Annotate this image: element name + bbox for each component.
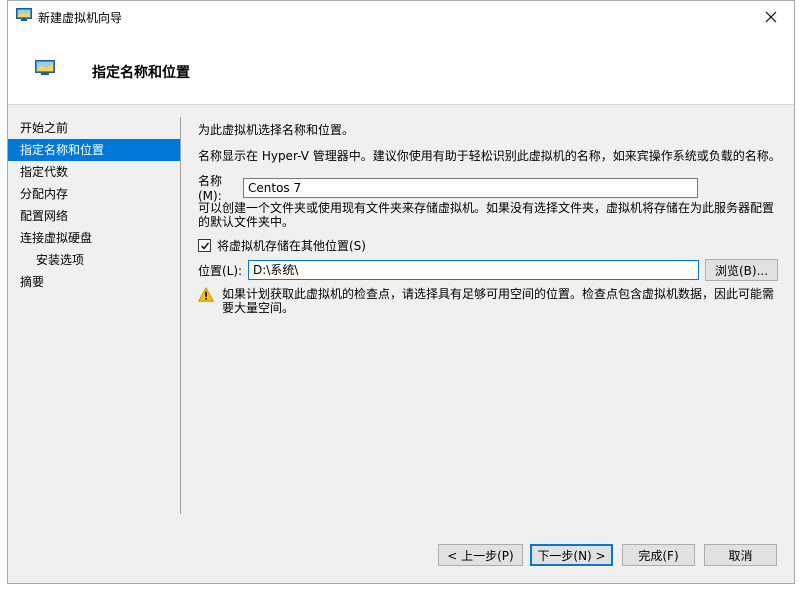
intro-text: 为此虚拟机选择名称和位置。 [198, 123, 355, 137]
vm-page-icon [35, 60, 55, 76]
title-bar: 新建虚拟机向导 [8, 1, 794, 32]
finish-button[interactable]: 完成(F) [622, 544, 695, 566]
nav-item-install-options[interactable]: 安装选项 [8, 249, 180, 271]
nav-divider [180, 117, 181, 514]
page-title: 指定名称和位置 [92, 65, 190, 81]
nav-item-network[interactable]: 配置网络 [8, 205, 180, 227]
warning-icon [197, 286, 215, 303]
nav-item-summary[interactable]: 摘要 [8, 271, 180, 293]
name-hint-text: 名称显示在 Hyper-V 管理器中。建议你使用有助于轻松识别此虚拟机的名称，如… [198, 149, 781, 163]
hyperv-vm-icon [16, 8, 32, 22]
wizard-window: 新建虚拟机向导 指定名称和位置 开始之前 指定名称和位置 指定代数 分配内存 配… [7, 0, 795, 584]
browse-button[interactable]: 浏览(B)... [705, 259, 778, 281]
nav-item-before-you-begin[interactable]: 开始之前 [8, 117, 180, 139]
store-elsewhere-checkbox[interactable] [198, 239, 211, 252]
name-label: 名称(M): [198, 174, 223, 203]
close-button[interactable] [748, 1, 794, 32]
wizard-steps-nav: 开始之前 指定名称和位置 指定代数 分配内存 配置网络 连接虚拟硬盘 安装选项 … [8, 117, 180, 293]
nav-item-memory[interactable]: 分配内存 [8, 183, 180, 205]
cancel-button[interactable]: 取消 [704, 544, 777, 566]
name-field[interactable]: Centos 7 [243, 177, 698, 198]
nav-item-generation[interactable]: 指定代数 [8, 161, 180, 183]
window-title: 新建虚拟机向导 [38, 11, 123, 25]
nav-item-virtual-disk[interactable]: 连接虚拟硬盘 [8, 227, 180, 249]
next-button[interactable]: 下一步(N) > [530, 544, 613, 566]
checkmark-icon [200, 242, 209, 250]
store-elsewhere-label[interactable]: 将虚拟机存储在其他位置(S) [217, 237, 366, 254]
warning-text: 如果计划获取此虚拟机的检查点，请选择具有足够可用空间的位置。检查点包含虚拟机数据… [222, 287, 775, 315]
wizard-header: 指定名称和位置 [8, 32, 794, 105]
previous-button[interactable]: < 上一步(P) [438, 544, 523, 566]
close-icon [765, 11, 777, 22]
folder-hint-text: 可以创建一个文件夹或使用现有文件夹来存储虚拟机。如果没有选择文件夹，虚拟机将存储… [198, 201, 775, 229]
location-field[interactable]: D:\系统\ [248, 260, 699, 280]
location-label: 位置(L): [198, 263, 243, 278]
nav-item-name-location[interactable]: 指定名称和位置 [8, 139, 180, 161]
